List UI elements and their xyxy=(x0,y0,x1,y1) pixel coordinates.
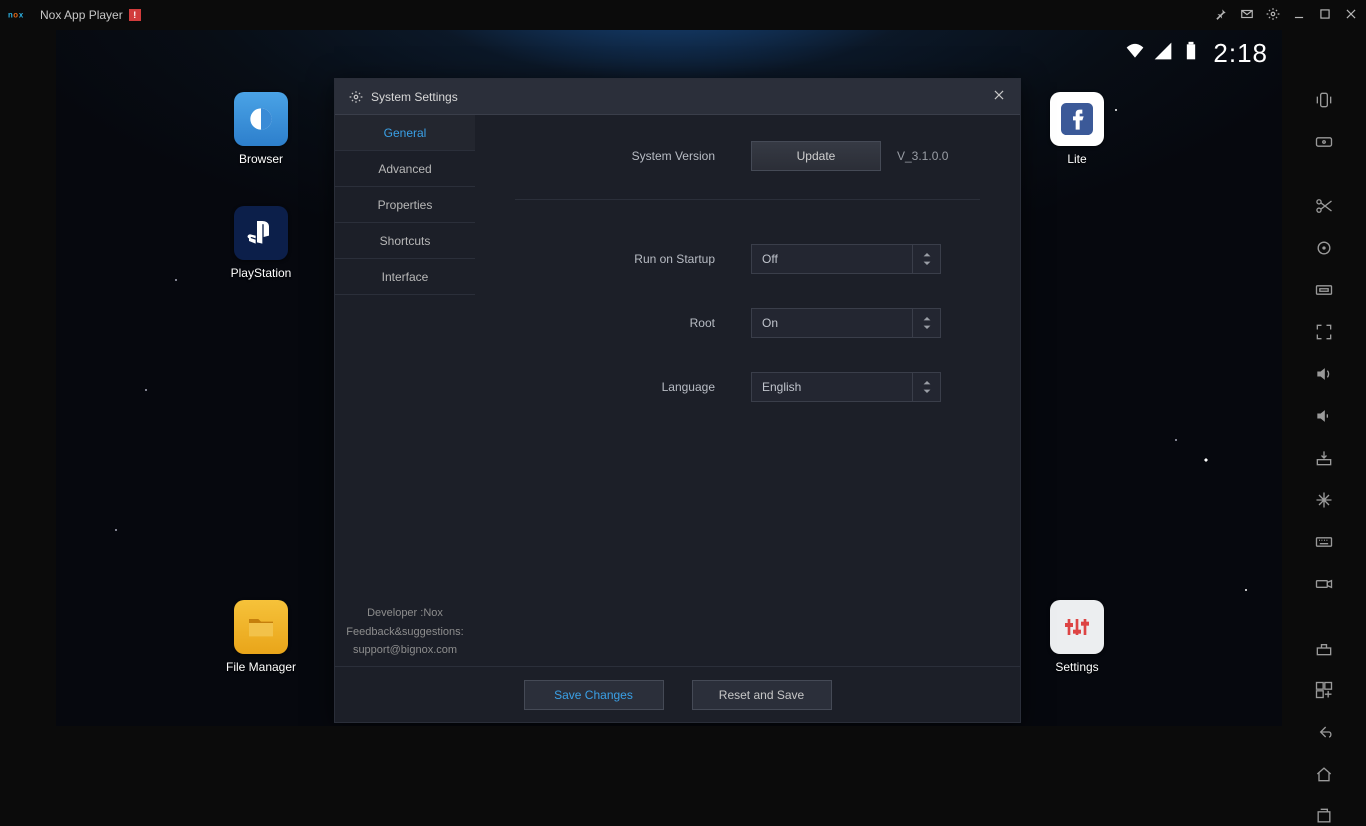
label-system-version: System Version xyxy=(515,149,715,163)
signal-icon xyxy=(1153,40,1173,68)
screenshot-icon[interactable] xyxy=(1313,638,1335,658)
dialog-sidebar: General Advanced Properties Shortcuts In… xyxy=(335,115,475,666)
version-text: V_3.1.0.0 xyxy=(897,149,948,163)
keyboard-icon[interactable] xyxy=(1313,532,1335,552)
label-root: Root xyxy=(515,316,715,330)
gear-icon[interactable] xyxy=(1266,7,1280,24)
alert-badge-icon[interactable]: ! xyxy=(129,9,141,21)
back-icon[interactable] xyxy=(1313,722,1335,742)
dialog-footer: Save Changes Reset and Save xyxy=(335,666,1020,722)
scissors-icon[interactable] xyxy=(1313,196,1335,216)
desktop-icon-label: Settings xyxy=(1032,660,1122,674)
desktop-icon-settings[interactable]: Settings xyxy=(1032,600,1122,674)
chevron-updown-icon xyxy=(912,245,940,273)
desktop-icon-label: Lite xyxy=(1032,152,1122,166)
dialog-header: System Settings xyxy=(335,79,1020,115)
close-icon[interactable] xyxy=(1344,7,1358,24)
desktop-icon-label: File Manager xyxy=(216,660,306,674)
dev-line: Developer :Nox xyxy=(335,604,475,623)
recents-icon[interactable] xyxy=(1313,806,1335,826)
select-value: Off xyxy=(762,252,778,266)
developer-info: Developer :Nox Feedback&suggestions: sup… xyxy=(335,604,475,660)
clock-text: 2:18 xyxy=(1213,38,1268,69)
svg-text:o: o xyxy=(13,11,18,20)
desktop-icon-label: Browser xyxy=(216,152,306,166)
tab-advanced[interactable]: Advanced xyxy=(335,151,475,187)
save-changes-button[interactable]: Save Changes xyxy=(524,680,664,710)
chevron-updown-icon xyxy=(912,309,940,337)
keyboard-mapping-icon[interactable] xyxy=(1313,132,1335,152)
multi-instance-icon[interactable] xyxy=(1313,680,1335,700)
chevron-updown-icon xyxy=(912,373,940,401)
tab-shortcuts[interactable]: Shortcuts xyxy=(335,223,475,259)
tab-properties[interactable]: Properties xyxy=(335,187,475,223)
my-computer-icon[interactable] xyxy=(1313,280,1335,300)
dialog-close-button[interactable] xyxy=(992,88,1006,105)
select-value: On xyxy=(762,316,778,330)
android-status-bar: 2:18 xyxy=(1125,38,1268,69)
home-icon[interactable] xyxy=(1313,764,1335,784)
language-select[interactable]: English xyxy=(751,372,941,402)
update-button[interactable]: Update xyxy=(751,141,881,171)
svg-text:n: n xyxy=(8,11,13,20)
volume-down-icon[interactable] xyxy=(1313,406,1335,426)
run-startup-select[interactable]: Off xyxy=(751,244,941,274)
desktop-icon-lite[interactable]: Lite xyxy=(1032,92,1122,166)
record-icon[interactable] xyxy=(1313,574,1335,594)
shake-icon[interactable] xyxy=(1313,90,1335,110)
divider xyxy=(515,199,980,200)
emulator-viewport: 2:18 Browser PlayStation File Manager Li… xyxy=(56,30,1282,726)
location-icon[interactable] xyxy=(1313,238,1335,258)
root-select[interactable]: On xyxy=(751,308,941,338)
label-run-startup: Run on Startup xyxy=(515,252,715,266)
gear-icon xyxy=(349,90,363,104)
dev-line: Feedback&suggestions: xyxy=(335,623,475,642)
maximize-icon[interactable] xyxy=(1318,7,1332,24)
tab-general[interactable]: General xyxy=(335,115,475,151)
tab-interface[interactable]: Interface xyxy=(335,259,475,295)
app-title: Nox App Player xyxy=(40,8,123,22)
apk-install-icon[interactable] xyxy=(1313,448,1335,468)
label-language: Language xyxy=(515,380,715,394)
desktop-icon-playstation[interactable]: PlayStation xyxy=(216,206,306,280)
dialog-content: System Version Update V_3.1.0.0 Run on S… xyxy=(475,115,1020,666)
volume-up-icon[interactable] xyxy=(1313,364,1335,384)
wifi-icon xyxy=(1125,40,1145,68)
emulator-side-toolbar xyxy=(1282,30,1366,726)
sparkle-icon[interactable] xyxy=(1313,490,1335,510)
dialog-title: System Settings xyxy=(371,90,458,104)
fullscreen-icon[interactable] xyxy=(1313,322,1335,342)
reset-and-save-button[interactable]: Reset and Save xyxy=(692,680,832,710)
mail-icon[interactable] xyxy=(1240,7,1254,24)
battery-icon xyxy=(1181,40,1201,68)
system-settings-dialog: System Settings General Advanced Propert… xyxy=(334,78,1021,723)
select-value: English xyxy=(762,380,801,394)
desktop-icon-label: PlayStation xyxy=(216,266,306,280)
nox-logo: nox xyxy=(8,8,34,22)
minimize-icon[interactable] xyxy=(1292,7,1306,24)
pin-icon[interactable] xyxy=(1214,7,1228,24)
dev-line: support@bignox.com xyxy=(335,641,475,660)
desktop-icon-file-manager[interactable]: File Manager xyxy=(216,600,306,674)
desktop-icon-browser[interactable]: Browser xyxy=(216,92,306,166)
svg-text:x: x xyxy=(19,11,24,20)
window-titlebar: nox Nox App Player ! xyxy=(0,0,1366,30)
